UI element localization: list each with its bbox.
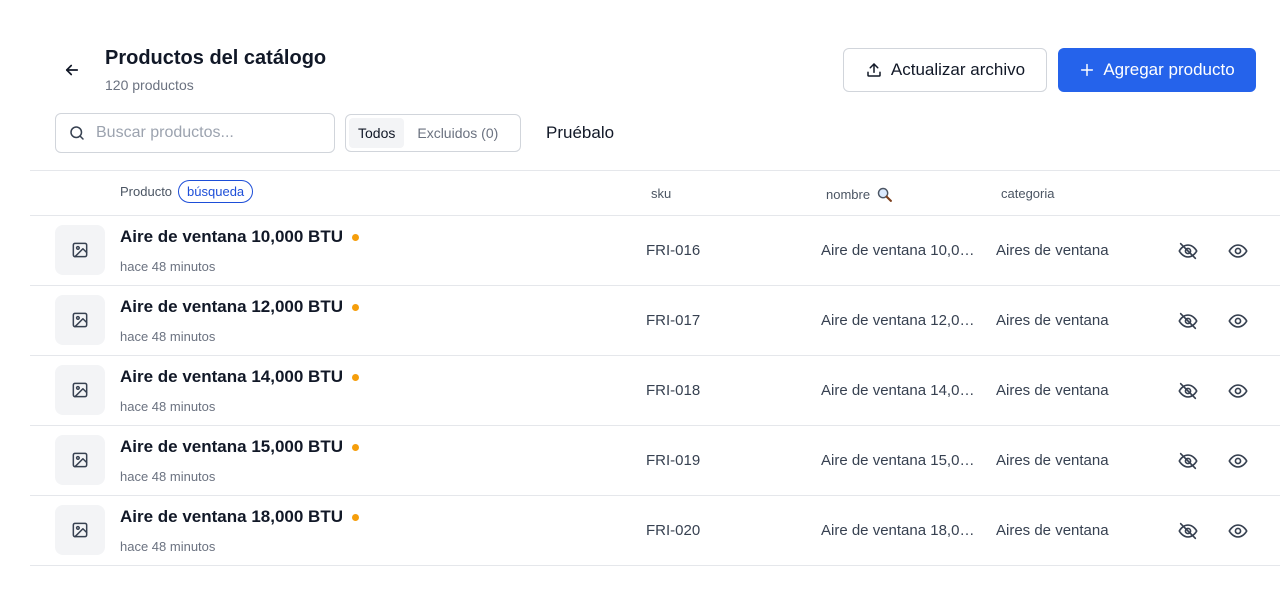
table-row[interactable]: Aire de ventana 14,000 BTU hace 48 minuto… <box>30 356 1280 426</box>
hide-product-button[interactable] <box>1175 448 1201 474</box>
column-label-categoria: categoria <box>1001 186 1055 201</box>
product-name: Aire de ventana 12,000 BTU <box>120 297 343 316</box>
product-name-wrap[interactable]: Aire de ventana 14,000 BTU <box>120 367 359 387</box>
column-label-sku: sku <box>651 186 672 201</box>
product-thumbnail <box>55 435 105 485</box>
eye-off-icon <box>1177 450 1199 472</box>
cell-sku: FRI-018 <box>646 382 701 399</box>
cell-nombre: Aire de ventana 15,000 BTU <box>821 452 981 469</box>
tab-excluded[interactable]: Excluidos (0) <box>408 118 507 148</box>
update-file-button[interactable]: Actualizar archivo <box>843 48 1047 92</box>
cell-nombre: Aire de ventana 10,000 BTU <box>821 242 981 259</box>
product-timestamp: hace 48 minutos <box>120 399 216 414</box>
add-product-label: Agregar producto <box>1103 60 1235 79</box>
cell-categoria: Aires de ventana <box>996 312 1109 329</box>
product-name: Aire de ventana 18,000 BTU <box>120 507 343 526</box>
hide-product-button[interactable] <box>1175 518 1201 544</box>
cell-categoria: Aires de ventana <box>996 242 1109 259</box>
cell-categoria: Aires de ventana <box>996 452 1109 469</box>
hide-product-button[interactable] <box>1175 238 1201 264</box>
image-placeholder-icon <box>70 450 90 470</box>
status-dot <box>351 443 359 451</box>
product-thumbnail <box>55 365 105 415</box>
image-placeholder-icon <box>70 520 90 540</box>
view-product-button[interactable] <box>1225 308 1251 334</box>
product-name-wrap[interactable]: Aire de ventana 15,000 BTU <box>120 437 359 457</box>
cell-nombre: Aire de ventana 12,000 BTU <box>821 312 981 329</box>
eye-icon <box>1227 310 1249 332</box>
status-dot <box>351 303 359 311</box>
column-header-categoria: categoria <box>1001 186 1054 201</box>
add-product-button[interactable]: Agregar producto <box>1058 48 1256 92</box>
column-label-nombre: nombre <box>826 187 871 202</box>
eye-icon <box>1227 450 1249 472</box>
table-row[interactable]: Aire de ventana 10,000 BTU hace 48 minuto… <box>30 216 1280 286</box>
view-product-button[interactable] <box>1225 448 1251 474</box>
search-box <box>55 113 335 153</box>
view-product-button[interactable] <box>1225 378 1251 404</box>
column-header-producto: Producto búsqueda <box>120 180 254 203</box>
cell-nombre: Aire de ventana 18,000 BTU <box>821 522 981 539</box>
filter-tabs: Todos Excluidos (0) <box>345 114 521 152</box>
status-dot <box>351 513 359 521</box>
product-name-wrap[interactable]: Aire de ventana 12,000 BTU <box>120 297 359 317</box>
column-header-sku: sku <box>651 186 671 201</box>
eye-off-icon <box>1177 520 1199 542</box>
table-row[interactable]: Aire de ventana 15,000 BTU hace 48 minuto… <box>30 426 1280 496</box>
product-count: 120 productos <box>105 77 194 93</box>
view-product-button[interactable] <box>1225 518 1251 544</box>
try-it-link[interactable]: Pruébalo <box>546 123 614 143</box>
cell-sku: FRI-017 <box>646 312 701 329</box>
cell-categoria: Aires de ventana <box>996 382 1109 399</box>
column-label-producto: Producto <box>120 184 173 199</box>
eye-off-icon <box>1177 310 1199 332</box>
product-name-wrap[interactable]: Aire de ventana 18,000 BTU <box>120 507 359 527</box>
product-name: Aire de ventana 14,000 BTU <box>120 367 343 386</box>
image-placeholder-icon <box>70 240 90 260</box>
eye-icon <box>1227 380 1249 402</box>
table-row[interactable]: Aire de ventana 18,000 BTU hace 48 minuto… <box>30 496 1280 566</box>
product-timestamp: hace 48 minutos <box>120 469 216 484</box>
tab-all[interactable]: Todos <box>349 118 405 148</box>
cell-sku: FRI-016 <box>646 242 701 259</box>
view-product-button[interactable] <box>1225 238 1251 264</box>
product-name-wrap[interactable]: Aire de ventana 10,000 BTU <box>120 227 359 247</box>
image-placeholder-icon <box>70 380 90 400</box>
page-title: Productos del catálogo <box>105 47 327 69</box>
product-name: Aire de ventana 10,000 BTU <box>120 227 343 246</box>
table-divider <box>30 170 1280 171</box>
cell-sku: FRI-020 <box>646 522 701 539</box>
search-badge: búsqueda <box>178 180 254 203</box>
eye-icon <box>1227 240 1249 262</box>
search-icon <box>70 126 84 140</box>
magnifier-emoji-icon <box>877 187 893 202</box>
image-placeholder-icon <box>70 310 90 330</box>
plus-icon <box>1081 63 1094 77</box>
hide-product-button[interactable] <box>1175 378 1201 404</box>
cell-categoria: Aires de ventana <box>996 522 1109 539</box>
product-timestamp: hace 48 minutos <box>120 329 216 344</box>
upload-icon <box>867 63 881 77</box>
eye-off-icon <box>1177 380 1199 402</box>
cell-nombre: Aire de ventana 14,000 BTU <box>821 382 981 399</box>
product-thumbnail <box>55 505 105 555</box>
product-name: Aire de ventana 15,000 BTU <box>120 437 343 456</box>
back-button[interactable] <box>58 56 86 84</box>
product-thumbnail <box>55 225 105 275</box>
hide-product-button[interactable] <box>1175 308 1201 334</box>
update-file-label: Actualizar archivo <box>890 60 1026 79</box>
column-header-nombre: nombre <box>826 186 893 203</box>
status-dot <box>351 373 359 381</box>
arrow-left-icon <box>65 64 79 76</box>
table-row[interactable]: Aire de ventana 12,000 BTU hace 48 minuto… <box>30 286 1280 356</box>
cell-sku: FRI-019 <box>646 452 701 469</box>
product-thumbnail <box>55 295 105 345</box>
product-timestamp: hace 48 minutos <box>120 259 216 274</box>
search-input[interactable] <box>96 124 316 142</box>
eye-icon <box>1227 520 1249 542</box>
product-timestamp: hace 48 minutos <box>120 539 216 554</box>
eye-off-icon <box>1177 240 1199 262</box>
status-dot <box>351 233 359 241</box>
